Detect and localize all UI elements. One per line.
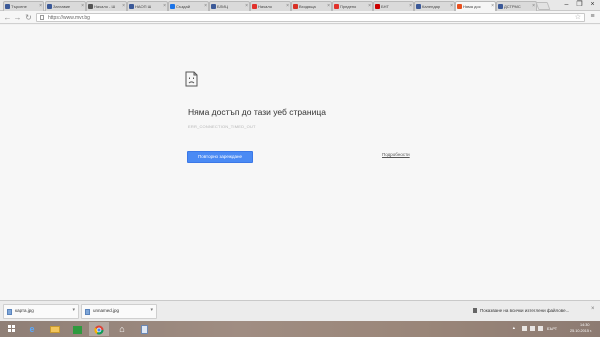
close-tab-icon[interactable]: × — [491, 2, 494, 11]
close-tab-icon[interactable]: × — [286, 2, 289, 11]
start-button[interactable] — [2, 322, 22, 336]
download-item[interactable]: unnamed.jpg ▾ — [81, 304, 157, 319]
store-icon[interactable] — [67, 322, 87, 336]
tab-active[interactable]: Няма дос × — [455, 1, 496, 11]
flag-icon[interactable] — [522, 326, 527, 331]
image-file-icon — [85, 309, 90, 315]
facebook-icon — [211, 4, 216, 9]
close-tab-icon[interactable]: × — [81, 2, 84, 11]
clock-date[interactable]: 25.10.2015 г. — [570, 329, 592, 333]
close-window-icon[interactable]: × — [586, 0, 599, 11]
tab[interactable]: БНТ × — [373, 1, 414, 11]
tab[interactable]: Създай × — [168, 1, 209, 11]
ie-icon[interactable]: e — [22, 322, 42, 336]
show-all-downloads-link[interactable]: Показване на всички изтеглени файлове... — [473, 308, 569, 313]
close-tab-icon[interactable]: × — [368, 2, 371, 11]
tab[interactable]: Календар × — [414, 1, 455, 11]
download-bar: карта.jpg ▾ unnamed.jpg ▾ Показване на в… — [0, 300, 600, 321]
sad-page-icon — [185, 71, 198, 87]
error-page: Няма достъп до тази уеб страница ERR_CON… — [0, 25, 600, 300]
download-item[interactable]: карта.jpg ▾ — [3, 304, 79, 319]
page-icon — [170, 4, 175, 9]
url-text[interactable]: https://www.mvr.bg — [48, 14, 90, 22]
facebook-icon — [129, 4, 134, 9]
close-tab-icon[interactable]: × — [327, 2, 330, 11]
reload-icon[interactable]: ↻ — [23, 12, 34, 23]
error-code: ERR_CONNECTION_TIMED_OUT — [188, 124, 256, 129]
facebook-icon — [416, 4, 421, 9]
chevron-down-icon[interactable]: ▾ — [72, 307, 75, 313]
address-bar[interactable]: https://www.mvr.bg ☆ — [36, 13, 585, 22]
network-icon[interactable] — [530, 326, 535, 331]
tray-arrow-icon[interactable]: ▲ — [512, 326, 516, 330]
close-tab-icon[interactable]: × — [163, 2, 166, 11]
home-icon[interactable]: ⌂ — [112, 322, 132, 336]
menu-icon[interactable]: ≡ — [589, 13, 596, 22]
close-download-bar-icon[interactable]: × — [591, 306, 595, 312]
tab[interactable]: ДСТРМС × — [496, 1, 537, 11]
page-icon — [457, 4, 462, 9]
details-link[interactable]: Подробности — [382, 152, 410, 157]
page-icon — [375, 4, 380, 9]
notepad-icon[interactable] — [134, 322, 154, 336]
close-tab-icon[interactable]: × — [450, 2, 453, 11]
chevron-down-icon[interactable]: ▾ — [150, 307, 153, 313]
page-icon — [334, 4, 339, 9]
tab[interactable]: Начало × — [250, 1, 291, 11]
language-indicator[interactable]: БЪРТ — [547, 327, 557, 331]
arrow-right-icon[interactable]: → — [12, 12, 23, 23]
tab-strip: Търсене × Заглавие × Начало - Ш × НАОП Ш × С… — [0, 0, 600, 11]
windows-taskbar: e ⌂ ▲ БЪРТ 14:30 25.10.2015 г. — [0, 321, 600, 337]
page-icon — [252, 4, 257, 9]
tab[interactable]: Предено × — [332, 1, 373, 11]
tab[interactable]: Заглавие × — [45, 1, 86, 11]
explorer-icon[interactable] — [45, 322, 65, 336]
download-icon — [473, 308, 477, 313]
volume-icon[interactable] — [538, 326, 543, 331]
tab[interactable]: НАОП Ш × — [127, 1, 168, 11]
system-tray: ▲ БЪРТ 14:30 25.10.2015 г. — [510, 323, 600, 335]
clock-time[interactable]: 14:30 — [580, 323, 590, 327]
tab[interactable]: Начало - Ш × — [86, 1, 127, 11]
restore-icon[interactable]: ❐ — [573, 0, 586, 11]
gmail-icon — [293, 4, 298, 9]
close-tab-icon[interactable]: × — [204, 2, 207, 11]
chrome-icon[interactable] — [89, 322, 109, 336]
tab[interactable]: Търсене × — [3, 1, 44, 11]
minimize-icon[interactable]: – — [560, 0, 573, 11]
close-tab-icon[interactable]: × — [39, 2, 42, 11]
facebook-icon — [5, 4, 10, 9]
close-tab-icon[interactable]: × — [245, 2, 248, 11]
image-file-icon — [7, 309, 12, 315]
facebook-icon — [498, 4, 503, 9]
close-tab-icon[interactable]: × — [122, 2, 125, 11]
page-icon — [40, 15, 44, 20]
tab[interactable]: БЛИЦ × — [209, 1, 250, 11]
close-tab-icon[interactable]: × — [409, 2, 412, 11]
browser-window: Търсене × Заглавие × Начало - Ш × НАОП Ш × С… — [0, 0, 600, 337]
error-title: Няма достъп до тази уеб страница — [188, 107, 326, 117]
bookmark-star-icon[interactable]: ☆ — [575, 13, 581, 21]
close-tab-icon[interactable]: × — [532, 2, 535, 11]
browser-toolbar: ← → ↻ https://www.mvr.bg ☆ ≡ — [0, 11, 600, 24]
reload-button[interactable]: Повторно зареждане — [187, 151, 253, 163]
new-tab-button[interactable] — [535, 2, 551, 10]
facebook-icon — [47, 4, 52, 9]
tab[interactable]: Входяща × — [291, 1, 332, 11]
page-icon — [88, 4, 93, 9]
